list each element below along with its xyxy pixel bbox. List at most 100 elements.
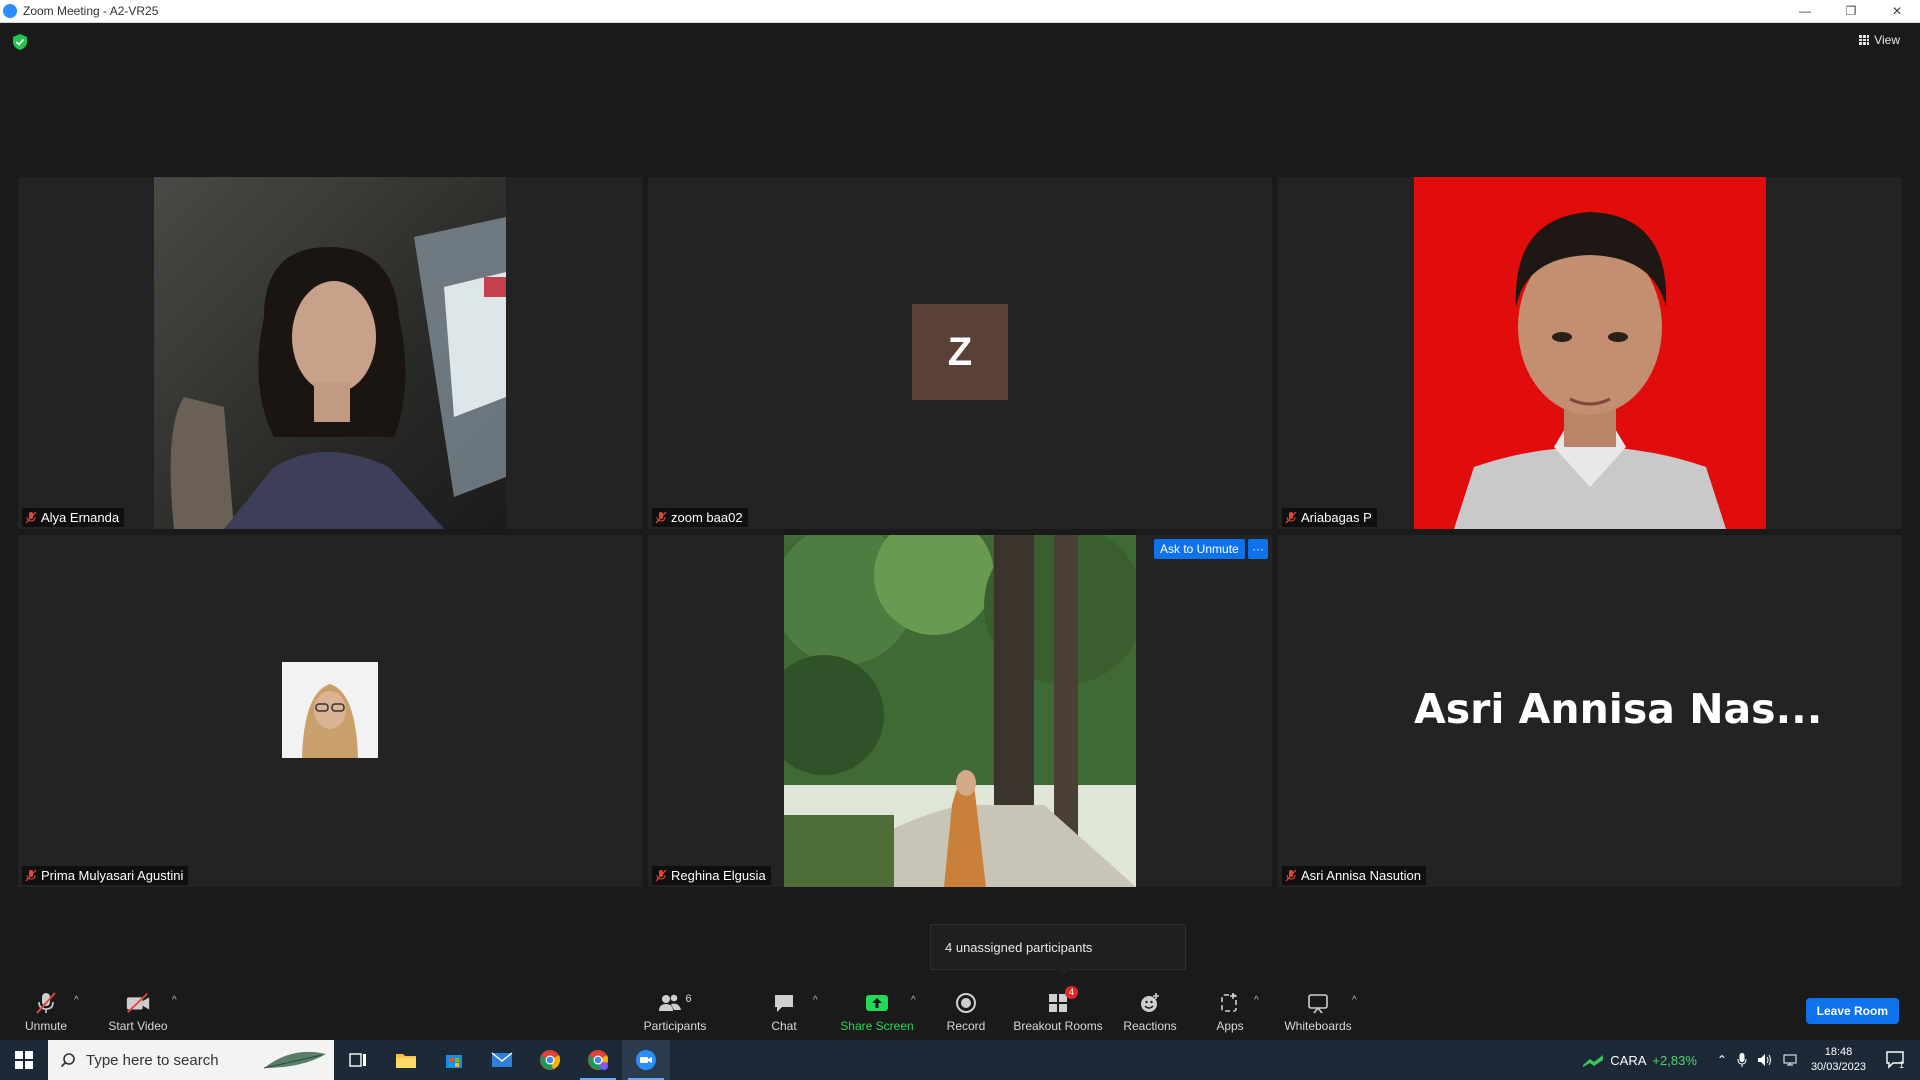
mail-icon [491, 1052, 513, 1067]
muted-mic-icon [25, 869, 37, 882]
notification-count: 1 [1898, 1060, 1904, 1070]
microsoft-store-button[interactable] [430, 1040, 478, 1080]
participant-name: Alya Ernanda [41, 510, 120, 525]
unassigned-participants-tooltip: 4 unassigned participants [930, 924, 1186, 976]
record-label: Record [946, 1018, 986, 1033]
muted-mic-icon [25, 511, 37, 524]
participants-icon: 6 [655, 991, 695, 1015]
participants-button[interactable]: 6 Participants [638, 983, 712, 1040]
participant-name: Ariabagas P [1301, 510, 1372, 525]
file-explorer-button[interactable] [382, 1040, 430, 1080]
folder-icon [396, 1054, 416, 1068]
chrome-profile-button[interactable] [574, 1040, 622, 1080]
record-icon [953, 991, 979, 1015]
view-button[interactable]: View [1859, 33, 1900, 47]
microphone-icon[interactable] [1737, 1052, 1747, 1068]
taskbar-clock[interactable]: 18:48 30/03/2023 [1811, 1045, 1866, 1075]
show-hidden-icons-chevron-icon[interactable]: ⌃ [1717, 1053, 1727, 1067]
participant-video [154, 177, 506, 529]
muted-mic-icon [1285, 869, 1297, 882]
shield-icon[interactable] [12, 33, 28, 51]
participant-name: Prima Mulyasari Agustini [41, 868, 184, 883]
participant-avatar: Z [912, 304, 1008, 400]
video-tile-ariabagas[interactable]: Ariabagas P [1278, 177, 1902, 529]
taskbar-search-box[interactable]: Type here to search [48, 1040, 334, 1080]
stock-name: CARA [1610, 1052, 1647, 1068]
store-icon [446, 1055, 462, 1068]
video-tile-asri[interactable]: Asri Annisa Nas... Asri Annisa Nasution [1278, 535, 1902, 887]
chat-button[interactable]: Chat [764, 983, 804, 1040]
network-icon[interactable] [1783, 1052, 1799, 1068]
zoom-taskbar-button[interactable] [622, 1040, 670, 1080]
participant-name: Reghina Elgusia [671, 868, 766, 883]
participants-label: Participants [643, 1018, 707, 1033]
reactions-button[interactable]: Reactions [1120, 983, 1180, 1040]
video-tile-alya[interactable]: Alya Ernanda [18, 177, 642, 529]
audio-options-caret[interactable]: ^ [74, 995, 79, 1006]
ask-to-unmute-button[interactable]: Ask to Unmute [1154, 539, 1245, 559]
mail-button[interactable] [478, 1040, 526, 1080]
leave-room-button[interactable]: Leave Room [1805, 998, 1899, 1024]
view-label: View [1874, 33, 1900, 47]
window-title-bar: Zoom Meeting - A2-VR25 — ❐ ✕ [0, 0, 1920, 23]
video-tile-zoom-baa02[interactable]: Z zoom baa02 [648, 177, 1272, 529]
participant-avatar-photo [282, 662, 378, 758]
stock-change: +2,83% [1652, 1052, 1697, 1068]
apps-icon [1217, 991, 1243, 1015]
start-video-button[interactable]: Start Video [100, 983, 176, 1040]
task-view-button[interactable] [334, 1040, 382, 1080]
windows-start-button[interactable] [0, 1040, 48, 1080]
participant-name-tag: Prima Mulyasari Agustini [22, 866, 189, 885]
search-placeholder: Type here to search [86, 1051, 219, 1069]
system-tray: CARA +2,83% ⌃ 18:48 30/03/2023 1 [1582, 1040, 1920, 1080]
video-tile-reghina[interactable]: Ask to Unmute ··· Reghina Elgusia [648, 535, 1272, 887]
speaker-icon[interactable] [1757, 1052, 1773, 1068]
participants-count: 6 [685, 992, 692, 1005]
participant-name-tag: Asri Annisa Nasution [1282, 866, 1426, 885]
whiteboard-options-caret[interactable]: ^ [1352, 995, 1357, 1006]
video-off-icon [125, 991, 151, 1015]
unmute-label: Unmute [24, 1018, 68, 1033]
clock-time: 18:48 [1824, 1046, 1853, 1058]
tooltip-text: 4 unassigned participants [945, 939, 1093, 955]
clock-date: 30/03/2023 [1810, 1061, 1866, 1073]
minimize-icon[interactable]: — [1782, 0, 1828, 22]
video-options-caret[interactable]: ^ [172, 995, 177, 1006]
close-icon[interactable]: ✕ [1874, 0, 1920, 22]
grid-icon [1859, 35, 1870, 45]
notification-center-button[interactable]: 1 [1880, 1040, 1910, 1080]
mic-off-icon [33, 991, 59, 1015]
breakout-rooms-button[interactable]: 4 Breakout Rooms [1012, 983, 1104, 1040]
chat-options-caret[interactable]: ^ [813, 995, 818, 1006]
apps-button[interactable]: Apps [1210, 983, 1250, 1040]
apps-label: Apps [1216, 1018, 1244, 1033]
reactions-icon [1137, 991, 1163, 1015]
apps-options-caret[interactable]: ^ [1254, 995, 1259, 1006]
whiteboard-icon [1305, 991, 1331, 1015]
participant-name-tag: Alya Ernanda [22, 508, 125, 527]
windows-logo-icon [15, 1051, 33, 1069]
muted-mic-icon [1285, 511, 1297, 524]
zoom-icon [636, 1050, 656, 1070]
reactions-label: Reactions [1123, 1018, 1177, 1033]
share-screen-button[interactable]: Share Screen [840, 983, 914, 1040]
restore-icon[interactable]: ❐ [1828, 0, 1874, 22]
chrome-button[interactable] [526, 1040, 574, 1080]
chat-icon [771, 991, 797, 1015]
unmute-button[interactable]: Unmute [14, 983, 78, 1040]
meeting-toolbar: Unmute ^ Start Video ^ 6 Participants Ch… [0, 983, 1920, 1040]
participant-name: zoom baa02 [671, 510, 743, 525]
video-tile-prima[interactable]: Prima Mulyasari Agustini [18, 535, 642, 887]
participant-name-tag: Ariabagas P [1282, 508, 1377, 527]
participant-video [784, 535, 1136, 887]
chrome-profile-icon [588, 1050, 609, 1070]
share-options-caret[interactable]: ^ [911, 995, 916, 1006]
whiteboards-label: Whiteboards [1284, 1018, 1352, 1033]
record-button[interactable]: Record [944, 983, 988, 1040]
more-options-button[interactable]: ··· [1248, 539, 1268, 559]
whiteboards-button[interactable]: Whiteboards [1280, 983, 1356, 1040]
window-controls: — ❐ ✕ [1782, 0, 1920, 22]
stock-widget[interactable]: CARA +2,83% [1582, 1053, 1697, 1068]
feather-icon [263, 1051, 326, 1069]
zoom-app-icon [3, 4, 17, 18]
